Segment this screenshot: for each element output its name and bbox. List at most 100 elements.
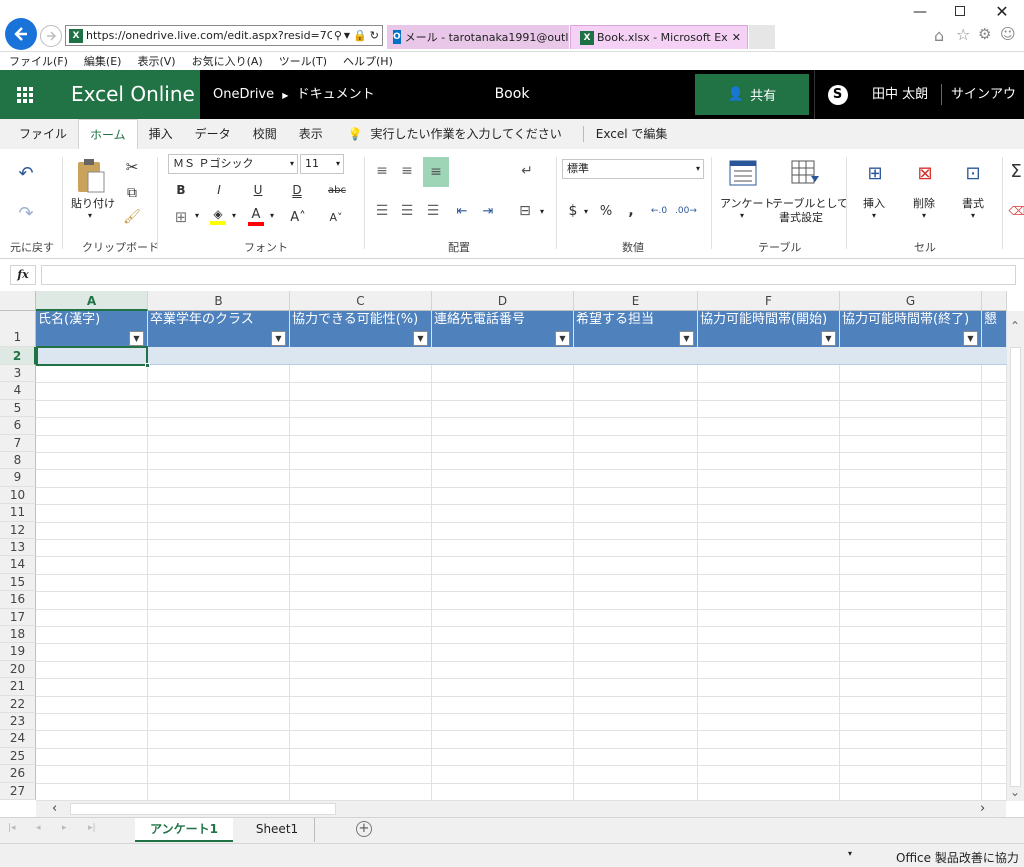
menu-edit[interactable]: 編集(E) [84,53,122,69]
dropdown-icon[interactable]: ▼ [344,31,350,40]
row-header-23[interactable]: 23 [0,713,36,731]
formula-input[interactable] [41,265,1016,285]
row-header-11[interactable]: 11 [0,504,36,522]
scroll-left-icon[interactable]: ‹ [52,801,57,816]
row-header-7[interactable]: 7 [0,434,36,452]
merge-cells-icon[interactable]: ⊟ [514,201,536,221]
row-header-16[interactable]: 16 [0,591,36,609]
filter-dropdown-icon[interactable]: ▼ [679,331,694,346]
font-color-dropdown-icon[interactable]: ▾ [270,211,274,220]
fill-handle[interactable] [145,363,150,368]
format-label[interactable]: 書式 [962,195,984,211]
filter-dropdown-icon[interactable]: ▼ [963,331,978,346]
increase-indent-icon[interactable]: ⇥ [478,201,498,221]
align-center-icon[interactable]: ☰ [397,201,417,221]
row-header-4[interactable]: 4 [0,382,36,400]
prev-sheet-icon[interactable]: ◂ [36,823,41,833]
table-header-cell[interactable]: 氏名(漢字) ▼ [36,311,148,347]
menu-help[interactable]: ヘルプ(H) [343,53,393,69]
insert-label[interactable]: 挿入 [863,195,885,211]
back-button[interactable] [5,18,37,50]
filter-dropdown-icon[interactable]: ▼ [129,331,144,346]
format-cells-icon[interactable]: ⊡ [958,159,988,187]
tab-file[interactable]: ファイル [0,119,78,149]
insert-cells-icon[interactable]: ⊞ [860,159,890,187]
tab-view[interactable]: 表示 [288,119,334,149]
font-name-select[interactable]: ＭＳ Ｐゴシック ▾ [168,154,298,174]
currency-icon[interactable]: $ [564,201,582,221]
feedback-smiley-icon[interactable]: ☺ [1000,25,1016,43]
number-format-select[interactable]: 標準 ▾ [562,159,704,179]
skype-button[interactable]: S [814,70,860,119]
underline-icon[interactable]: U [249,181,267,199]
row-header-12[interactable]: 12 [0,521,36,539]
align-left-icon[interactable]: ☰ [372,201,392,221]
table-header-cell[interactable]: 協力可能時間帯(終了) ▼ [840,311,982,347]
row-header-3[interactable]: 3 [0,365,36,383]
row-header-18[interactable]: 18 [0,626,36,644]
row-header-10[interactable]: 10 [0,486,36,505]
insert-dropdown-icon[interactable]: ▾ [872,211,876,220]
row-header-8[interactable]: 8 [0,452,36,470]
close-window-button[interactable]: ✕ [990,2,1014,21]
double-underline-icon[interactable]: D [288,181,306,199]
borders-icon[interactable]: ⊞ [170,207,192,227]
row-header-2[interactable]: 2 [0,347,36,365]
row-header-14[interactable]: 14 [0,556,36,574]
tab-outlook[interactable]: O メール - tarotanaka1991@outloo... [387,25,569,49]
row-header-27[interactable]: 27 [0,782,36,800]
horizontal-scroll-thumb[interactable] [70,803,336,815]
row-header-26[interactable]: 26 [0,765,36,783]
scroll-right-icon[interactable]: › [980,801,985,816]
delete-dropdown-icon[interactable]: ▾ [922,211,926,220]
horizontal-scrollbar[interactable]: ‹ › [36,801,1006,817]
paste-dropdown-icon[interactable]: ▾ [88,211,92,220]
menu-tools[interactable]: ツール(T) [279,53,327,69]
currency-dropdown-icon[interactable]: ▾ [584,207,588,216]
copy-icon[interactable]: ⧉ [122,183,142,203]
vertical-scrollbar[interactable]: ⌃ ⌄ [1007,311,1024,801]
survey-dropdown-icon[interactable]: ▾ [740,211,744,220]
column-header-D[interactable]: D [432,291,574,311]
survey-label[interactable]: アンケート [720,195,775,211]
scroll-up-icon[interactable]: ⌃ [1010,319,1020,333]
row-header-22[interactable]: 22 [0,695,36,713]
fill-color-dropdown-icon[interactable]: ▾ [232,211,236,220]
lock-icon[interactable]: 🔒 [353,29,367,42]
column-header-E[interactable]: E [574,291,698,311]
italic-icon[interactable]: I [210,181,228,199]
search-icon[interactable]: ⚲ [334,29,342,42]
column-header-C[interactable]: C [290,291,432,311]
row-header-1[interactable]: 1 [0,311,36,347]
column-header-F[interactable]: F [698,291,840,311]
format-as-table-icon[interactable] [790,159,822,187]
table-header-cell[interactable]: 希望する担当 ▼ [574,311,698,347]
app-name[interactable]: Excel Online [50,70,200,119]
edit-in-excel-button[interactable]: Excel で編集 [594,119,679,149]
breadcrumb-onedrive[interactable]: OneDrive [213,87,274,102]
row-header-17[interactable]: 17 [0,608,36,626]
column-header-A[interactable]: A [36,291,148,311]
redo-icon[interactable]: ↷ [14,201,38,225]
close-tab-icon[interactable]: ✕ [732,31,741,44]
menu-file[interactable]: ファイル(F) [9,53,68,69]
format-painter-brush-icon[interactable]: 🖌 [122,207,142,227]
row-header-19[interactable]: 19 [0,643,36,661]
table-header-cell[interactable]: 連絡先電話番号 ▼ [432,311,574,347]
select-all-corner[interactable] [0,291,36,311]
autosum-sigma-icon[interactable]: Σ [1008,159,1024,183]
column-header-partial[interactable] [982,291,1007,311]
last-sheet-icon[interactable]: ▸| [88,823,96,833]
filter-dropdown-icon[interactable]: ▼ [821,331,836,346]
align-middle-icon[interactable]: ≡ [397,161,417,181]
wrap-text-icon[interactable]: ↵ [516,161,538,181]
strikethrough-icon[interactable]: abc [326,181,348,199]
forward-button[interactable] [40,25,62,47]
cut-scissors-icon[interactable]: ✂ [122,157,142,177]
refresh-icon[interactable]: ↻ [370,29,379,42]
row-header-13[interactable]: 13 [0,539,36,557]
sheet-tab[interactable]: Sheet1 [240,818,315,842]
status-dropdown-icon[interactable]: ▾ [848,849,852,858]
favorites-star-icon[interactable]: ☆ [956,25,970,44]
paste-label[interactable]: 貼り付け [71,195,115,211]
